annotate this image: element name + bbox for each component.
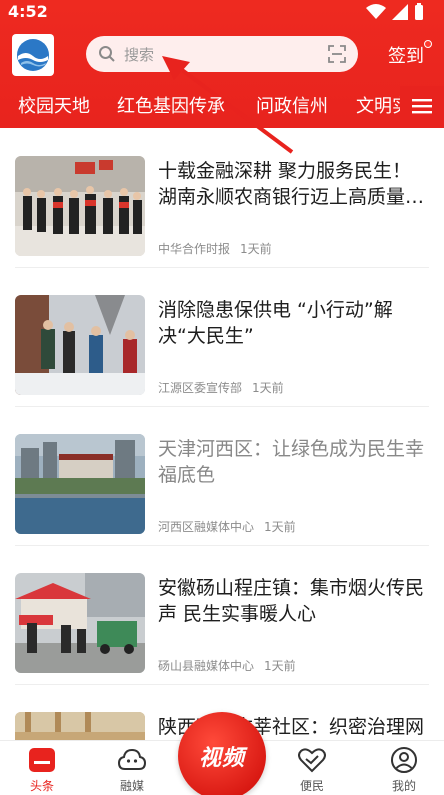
news-title[interactable]: 安徽砀山程庄镇：集市烟火传民声 民生实事暖人心 bbox=[158, 575, 430, 627]
news-meta: 江源区委宣传部 1天前 bbox=[158, 379, 284, 396]
wifi-icon bbox=[366, 4, 386, 19]
news-source: 河西区融媒体中心 bbox=[158, 520, 255, 534]
app-logo[interactable] bbox=[12, 34, 54, 76]
tab-headlines-label: 头条 bbox=[29, 779, 54, 793]
video-button-label: 视频 bbox=[198, 746, 245, 771]
tab-convenience-label: 便民 bbox=[299, 779, 324, 793]
status-time: 4:52 bbox=[8, 2, 48, 21]
cloud-icon bbox=[118, 748, 146, 770]
news-title[interactable]: 天津河西区：让绿色成为民生幸福底色 bbox=[158, 436, 430, 488]
signin-badge-dot bbox=[424, 40, 432, 48]
profile-icon bbox=[391, 747, 417, 773]
video-button[interactable]: 视频 bbox=[178, 712, 266, 795]
search-bar[interactable]: 搜索 bbox=[86, 36, 358, 72]
news-thumbnail bbox=[15, 573, 145, 673]
tab-convenience[interactable]: 便民 bbox=[282, 741, 342, 795]
search-input[interactable]: 搜索 bbox=[124, 44, 154, 65]
heart-hands-icon bbox=[298, 748, 326, 773]
news-thumbnail bbox=[15, 434, 145, 534]
tab-red-heritage[interactable]: 红色基因传承 bbox=[117, 92, 225, 118]
news-thumbnail bbox=[15, 156, 145, 256]
tab-mine-label: 我的 bbox=[391, 779, 416, 793]
news-source: 中华合作时报 bbox=[158, 242, 231, 256]
tab-ask-government[interactable]: 问政信州 bbox=[256, 92, 328, 118]
news-title[interactable]: 十载金融深耕 聚力服务民生！湖南永顺农商银行迈上高质量发展新台阶 bbox=[158, 158, 430, 210]
news-item[interactable]: 消除隐患保供电 “小行动”解决“大民生” 江源区委宣传部 1天前 bbox=[0, 267, 444, 407]
status-bar: 4:52 bbox=[0, 0, 444, 24]
news-title[interactable]: 消除隐患保供电 “小行动”解决“大民生” bbox=[158, 297, 430, 349]
tab-media[interactable]: 融媒 bbox=[102, 741, 162, 795]
tab-mine[interactable]: 我的 bbox=[374, 741, 434, 795]
news-meta: 中华合作时报 1天前 bbox=[158, 240, 272, 257]
headlines-icon bbox=[29, 748, 55, 772]
tab-media-label: 融媒 bbox=[119, 779, 144, 793]
status-icons bbox=[366, 3, 424, 21]
news-meta: 河西区融媒体中心 1天前 bbox=[158, 518, 296, 535]
app-header: 4:52 搜索 签到 校园天地 红色基因传承 问政信州 文明实践 bbox=[0, 0, 444, 154]
news-time: 1天前 bbox=[264, 520, 296, 534]
signin-button[interactable]: 签到 bbox=[388, 42, 424, 68]
tab-headlines[interactable]: 头条 bbox=[12, 741, 72, 795]
news-time: 1天前 bbox=[252, 381, 284, 395]
news-source: 砀山县融媒体中心 bbox=[158, 659, 255, 673]
logo-icon bbox=[17, 39, 49, 71]
search-icon bbox=[99, 46, 115, 62]
news-time: 1天前 bbox=[264, 659, 296, 673]
news-thumbnail bbox=[15, 295, 145, 395]
battery-icon bbox=[415, 3, 423, 20]
news-time: 1天前 bbox=[240, 242, 272, 256]
scan-icon[interactable] bbox=[328, 45, 346, 63]
news-item[interactable]: 十载金融深耕 聚力服务民生！湖南永顺农商银行迈上高质量发展新台阶 中华合作时报 1… bbox=[0, 128, 444, 268]
category-tabs: 校园天地 红色基因传承 问政信州 文明实践 bbox=[0, 86, 444, 126]
news-item[interactable]: 安徽砀山程庄镇：集市烟火传民声 民生实事暖人心 砀山县融媒体中心 1天前 bbox=[0, 545, 444, 685]
menu-icon bbox=[412, 99, 432, 114]
tabs-menu-button[interactable] bbox=[400, 86, 444, 126]
tab-campus[interactable]: 校园天地 bbox=[18, 92, 90, 118]
signal-icon bbox=[392, 4, 408, 20]
news-source: 江源区委宣传部 bbox=[158, 381, 243, 395]
news-item[interactable]: 天津河西区：让绿色成为民生幸福底色 河西区融媒体中心 1天前 bbox=[0, 406, 444, 546]
news-meta: 砀山县融媒体中心 1天前 bbox=[158, 657, 296, 674]
